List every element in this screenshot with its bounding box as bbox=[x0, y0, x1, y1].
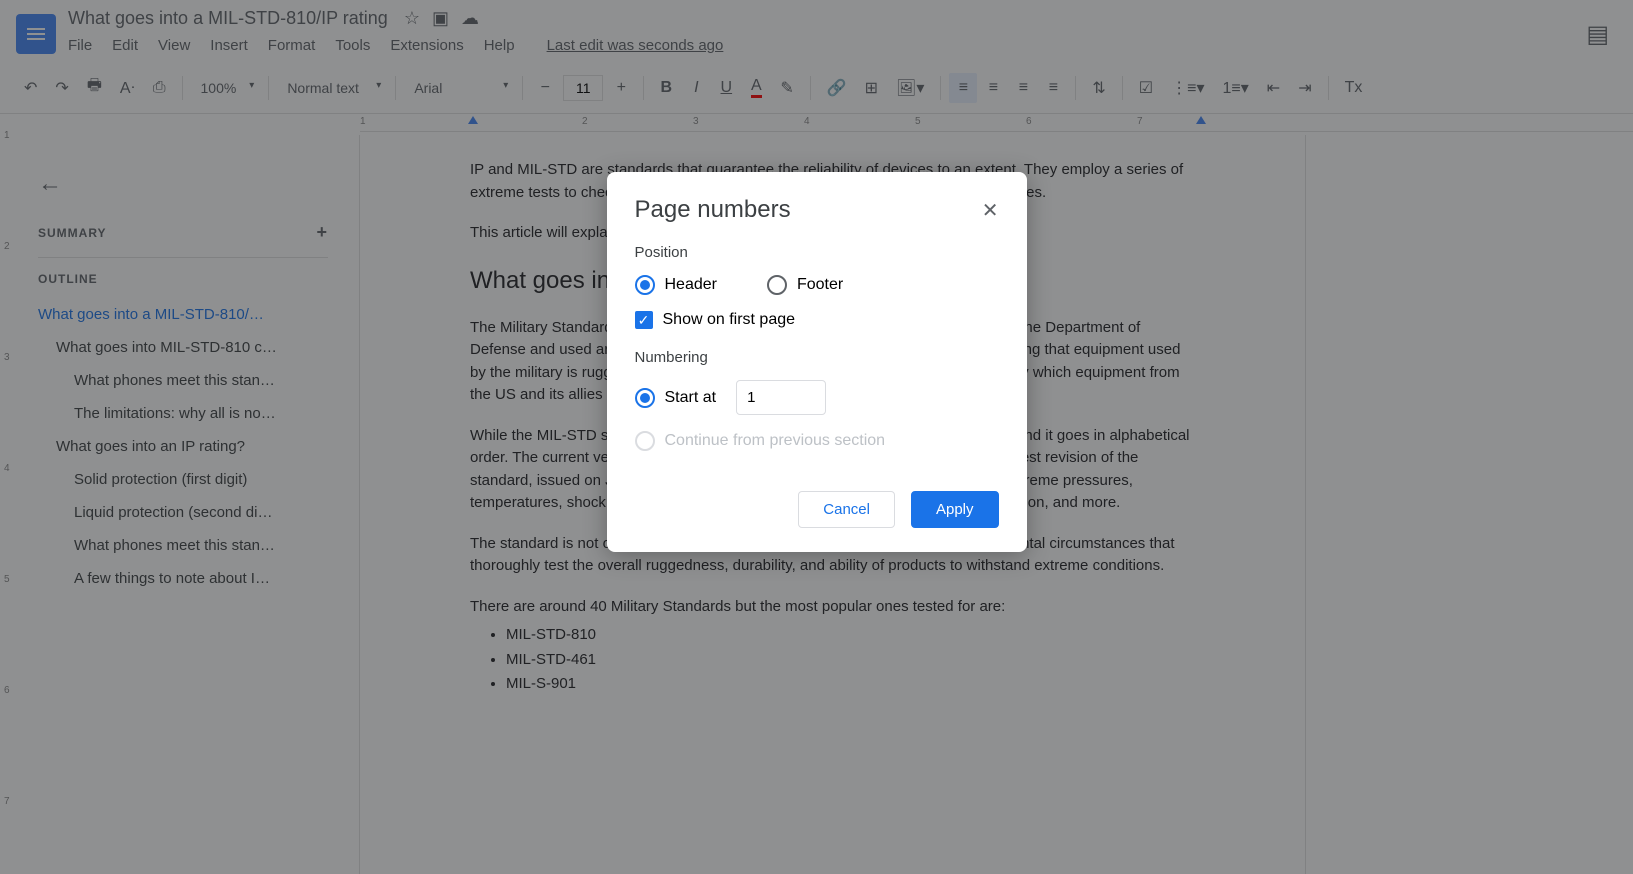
checkbox-label: Show on first page bbox=[663, 311, 796, 329]
dialog-title: Page numbers bbox=[635, 196, 791, 224]
position-label: Position bbox=[635, 244, 999, 261]
continue-section-radio: Continue from previous section bbox=[635, 431, 999, 451]
start-at-radio[interactable]: Start at bbox=[635, 388, 717, 408]
apply-button[interactable]: Apply bbox=[911, 491, 999, 528]
radio-label: Footer bbox=[797, 276, 843, 294]
cancel-button[interactable]: Cancel bbox=[798, 491, 895, 528]
close-icon[interactable]: ✕ bbox=[982, 198, 999, 223]
radio-icon bbox=[635, 431, 655, 451]
modal-overlay[interactable]: Page numbers ✕ Position Header Footer ✓ … bbox=[0, 0, 1633, 874]
checkbox-icon: ✓ bbox=[635, 311, 653, 329]
radio-label: Header bbox=[665, 276, 717, 294]
radio-label: Continue from previous section bbox=[665, 432, 886, 450]
page-numbers-dialog: Page numbers ✕ Position Header Footer ✓ … bbox=[607, 172, 1027, 552]
radio-icon bbox=[635, 388, 655, 408]
radio-label: Start at bbox=[665, 389, 717, 407]
start-at-input[interactable] bbox=[736, 380, 826, 415]
position-header-radio[interactable]: Header bbox=[635, 275, 717, 295]
radio-icon bbox=[635, 275, 655, 295]
radio-icon bbox=[767, 275, 787, 295]
position-footer-radio[interactable]: Footer bbox=[767, 275, 843, 295]
numbering-label: Numbering bbox=[635, 349, 999, 366]
show-first-page-checkbox[interactable]: ✓ Show on first page bbox=[635, 311, 999, 329]
